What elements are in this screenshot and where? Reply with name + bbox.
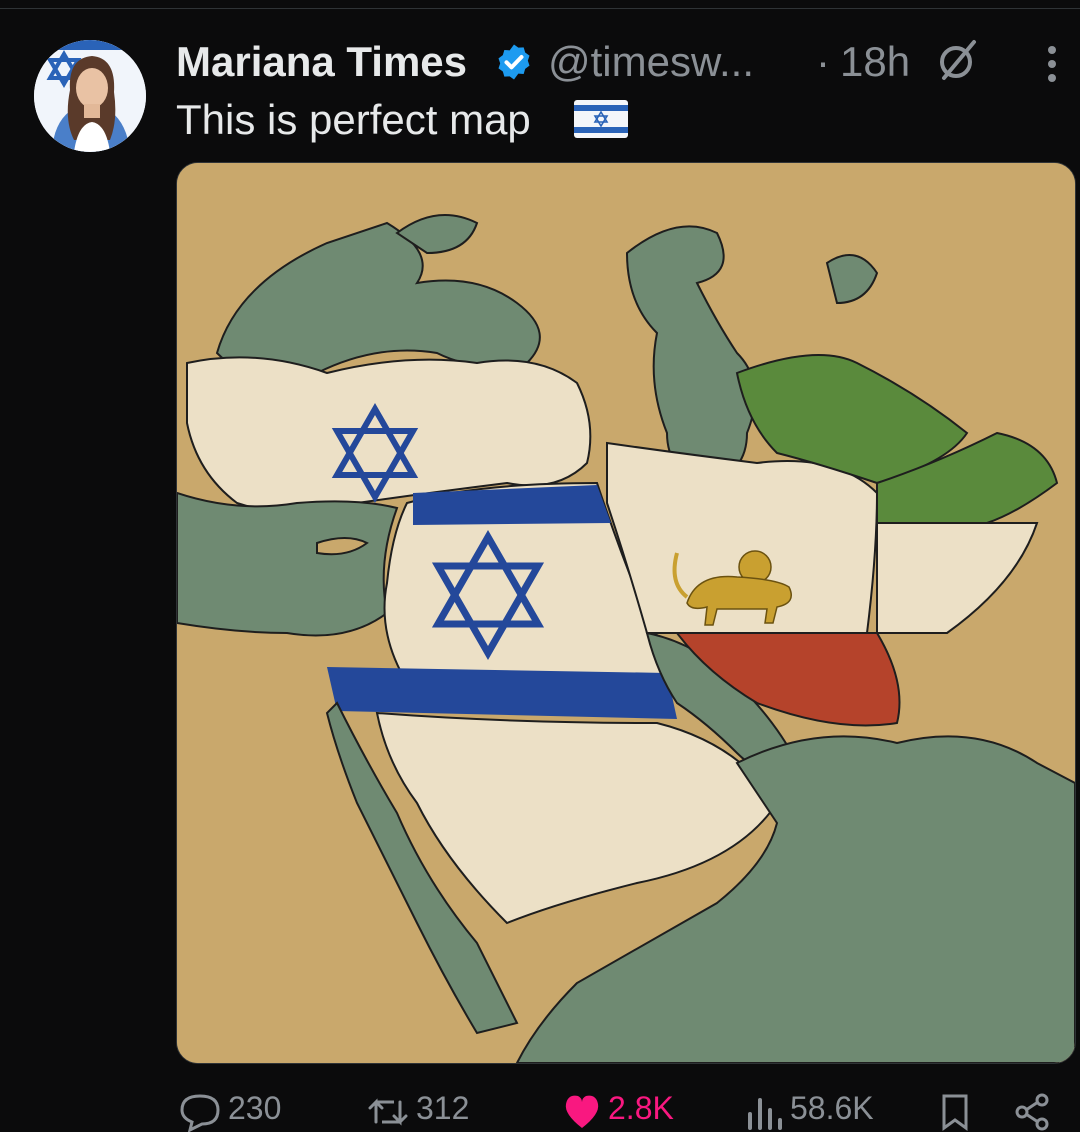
verified-badge-icon — [498, 44, 530, 80]
avatar[interactable] — [34, 40, 146, 152]
reply-button[interactable]: 230 — [178, 1088, 282, 1132]
repost-count: 312 — [416, 1090, 470, 1126]
tweet-actions: 230 312 2.8K 58.6K — [0, 1088, 1080, 1132]
share-button[interactable] — [1012, 1088, 1052, 1131]
reply-icon — [180, 1094, 220, 1132]
reply-count: 230 — [228, 1090, 282, 1126]
like-button[interactable]: 2.8K — [562, 1088, 674, 1128]
views-chart-icon — [748, 1098, 782, 1130]
repost-button[interactable]: 312 — [366, 1088, 469, 1128]
views-count: 58.6K — [790, 1090, 874, 1126]
top-divider — [0, 8, 1080, 9]
heart-icon — [565, 1095, 599, 1128]
share-icon — [1015, 1093, 1049, 1131]
author-name[interactable]: Mariana Times — [176, 38, 467, 86]
timestamp[interactable]: 18h — [840, 38, 910, 86]
tweet-text: This is perfect map — [176, 96, 531, 143]
views-button[interactable]: 58.6K — [744, 1088, 874, 1130]
repost-icon — [368, 1098, 408, 1126]
separator-dot: · — [816, 38, 830, 85]
more-options-icon[interactable] — [1040, 42, 1064, 86]
author-handle[interactable]: @timesw... — [548, 38, 754, 86]
bookmark-icon — [942, 1094, 968, 1131]
tweet-media-map[interactable] — [176, 162, 1076, 1064]
like-count: 2.8K — [608, 1090, 674, 1126]
israel-flag-icon — [574, 100, 628, 138]
grok-icon[interactable] — [934, 36, 982, 84]
bookmark-button[interactable] — [938, 1088, 972, 1131]
tweet-header: Mariana Times @timesw... · 18h — [176, 34, 1080, 90]
